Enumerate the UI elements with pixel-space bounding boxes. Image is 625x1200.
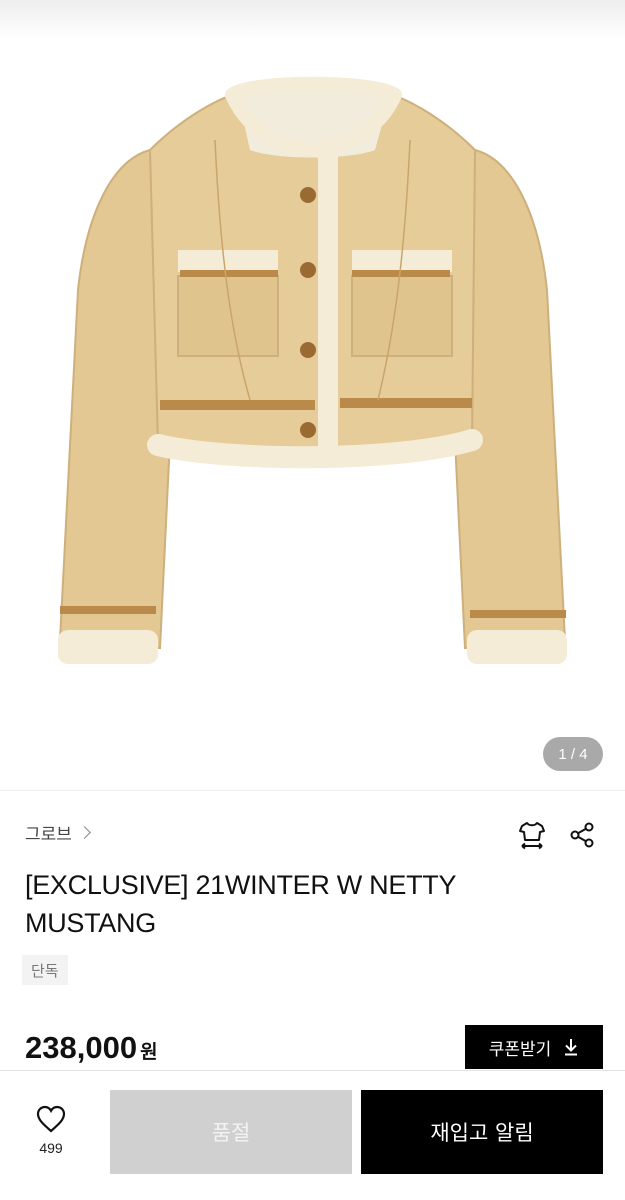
- coupon-label: 쿠폰받기: [488, 1039, 552, 1060]
- image-counter: 1 / 4: [543, 737, 603, 771]
- brand-name: 그로브: [25, 825, 72, 845]
- coupon-button[interactable]: 쿠폰받기: [465, 1025, 603, 1069]
- price-value: 238,000: [25, 1030, 138, 1065]
- share-button[interactable]: [564, 817, 600, 853]
- product-image: [58, 76, 567, 664]
- product-title: [EXCLUSIVE] 21WINTER W NETTY MUSTANG: [25, 870, 456, 938]
- heart-icon: [36, 1105, 66, 1133]
- size-guide-icon: [519, 822, 545, 850]
- section-divider: [0, 790, 625, 791]
- download-icon: [565, 1039, 578, 1056]
- product-image-gallery[interactable]: 1 / 4: [0, 0, 625, 790]
- size-guide-button[interactable]: [514, 817, 550, 853]
- exclusive-badge: 단독: [22, 955, 68, 985]
- restock-alert-button[interactable]: 재입고 알림: [361, 1090, 603, 1174]
- brand-link[interactable]: 그로브: [25, 820, 91, 845]
- soldout-button[interactable]: 품절: [110, 1090, 352, 1174]
- like-count: 499: [39, 1140, 63, 1156]
- price-currency: 원: [140, 1041, 158, 1063]
- chevron-right-icon: [78, 826, 91, 839]
- like-button[interactable]: 499: [24, 1104, 78, 1156]
- price: 238,000 원: [25, 1030, 158, 1066]
- share-icon: [570, 822, 594, 848]
